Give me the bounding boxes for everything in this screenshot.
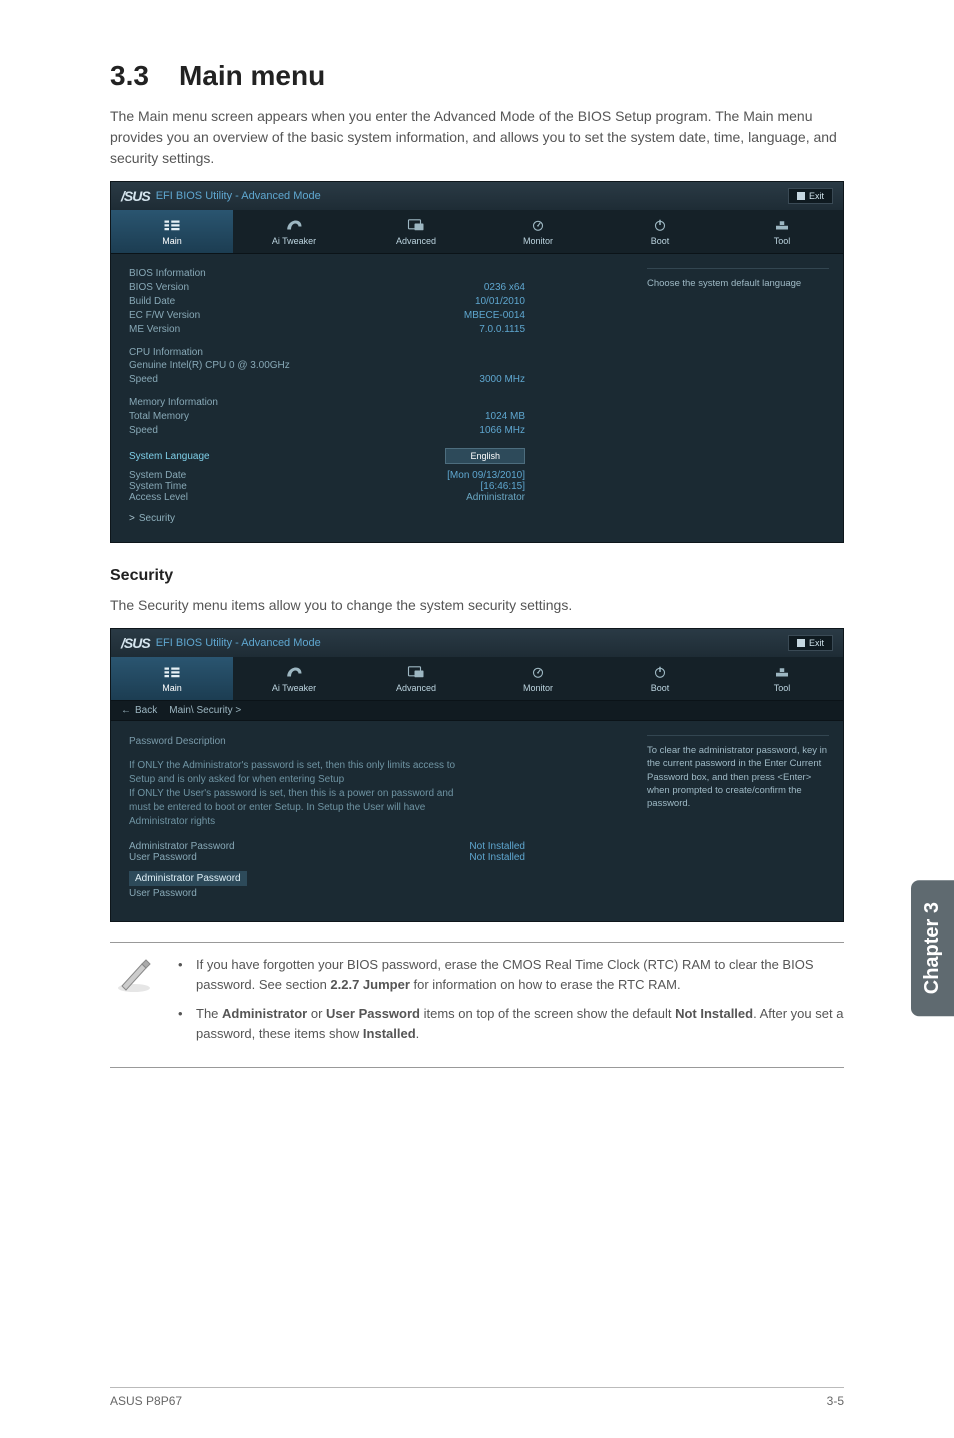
pencil-icon — [110, 955, 158, 995]
arrow-left-icon: ← — [121, 705, 131, 716]
bios-help-pane: Choose the system default language — [633, 254, 843, 542]
tab-main[interactable]: Main — [111, 210, 233, 253]
info-row: Build Date10/01/2010 — [129, 295, 615, 309]
tab-tool-label: Tool — [774, 236, 791, 246]
exit-button[interactable]: Exit — [788, 188, 833, 204]
security-label: Security — [139, 513, 175, 524]
tab-tool[interactable]: Tool — [721, 210, 843, 253]
tab-monitor-label: Monitor — [523, 236, 553, 246]
info-row: BIOS Version0236 x64 — [129, 281, 615, 295]
tab-monitor[interactable]: Monitor — [477, 210, 599, 253]
mem-info-heading: Memory Information — [129, 397, 615, 408]
page-footer: ASUS P8P67 3-5 — [110, 1387, 844, 1408]
security-intro: The Security menu items allow you to cha… — [110, 595, 844, 616]
password-desc-body: If ONLY the Administrator's password is … — [129, 759, 459, 829]
asus-logo: /SUS — [121, 188, 150, 204]
chevron-right-icon: > — [129, 513, 135, 524]
system-date-row[interactable]: System Date[Mon 09/13/2010] — [129, 470, 615, 481]
exit-icon — [797, 639, 805, 647]
asus-logo: /SUS — [121, 635, 150, 651]
footer-left: ASUS P8P67 — [110, 1394, 182, 1408]
tab-ai-label: Ai Tweaker — [272, 236, 316, 246]
tab-boot-label: Boot — [651, 236, 670, 246]
exit-label: Exit — [809, 638, 824, 648]
security-heading: Security — [110, 567, 844, 585]
user-password-item[interactable]: User Password — [129, 888, 615, 899]
tab-boot[interactable]: Boot — [599, 210, 721, 253]
tab-monitor[interactable]: Monitor — [477, 657, 599, 700]
bios-help-pane: To clear the administrator password, key… — [633, 721, 843, 921]
bios-tab-row: Main Ai Tweaker Advanced Monitor Boot To… — [111, 657, 843, 701]
bios-titlebar: /SUS EFI BIOS Utility - Advanced Mode Ex… — [111, 182, 843, 210]
bios-info-heading: BIOS Information — [129, 268, 615, 279]
bios-tab-row: Main Ai Tweaker Advanced Monitor Boot To… — [111, 210, 843, 254]
bios-main-content: BIOS Information BIOS Version0236 x64 Bu… — [111, 254, 633, 542]
info-row: Total Memory1024 MB — [129, 410, 615, 424]
system-language-value: English — [445, 448, 525, 464]
breadcrumb: ← Back Main\ Security > — [111, 701, 843, 721]
bios-security-content: Password Description If ONLY the Adminis… — [111, 721, 633, 921]
section-heading: 3.3 Main menu — [110, 60, 844, 92]
cpu-name: Genuine Intel(R) CPU 0 @ 3.00GHz — [129, 360, 615, 371]
admin-pwd-status: Administrator PasswordNot Installed — [129, 841, 615, 852]
system-time-row[interactable]: System Time[16:46:15] — [129, 481, 615, 492]
user-pwd-status: User PasswordNot Installed — [129, 852, 615, 863]
note-item: The Administrator or User Password items… — [178, 1004, 844, 1043]
tab-tool[interactable]: Tool — [721, 657, 843, 700]
tab-advanced-label: Advanced — [396, 236, 436, 246]
bios-security-window: /SUS EFI BIOS Utility - Advanced Mode Ex… — [110, 628, 844, 922]
tab-ai-tweaker[interactable]: Ai Tweaker — [233, 210, 355, 253]
note-list: If you have forgotten your BIOS password… — [178, 955, 844, 1053]
bios-title: EFI BIOS Utility - Advanced Mode — [156, 637, 321, 649]
tab-ai-tweaker[interactable]: Ai Tweaker — [233, 657, 355, 700]
exit-icon — [797, 192, 805, 200]
bios-titlebar: /SUS EFI BIOS Utility - Advanced Mode Ex… — [111, 629, 843, 657]
admin-password-item[interactable]: Administrator Password — [129, 871, 247, 886]
bios-title: EFI BIOS Utility - Advanced Mode — [156, 190, 321, 202]
exit-button[interactable]: Exit — [788, 635, 833, 651]
section-number: 3.3 — [110, 60, 149, 92]
tab-main-label: Main — [162, 236, 182, 246]
info-row: Speed3000 MHz — [129, 373, 615, 387]
section-title-text: Main menu — [179, 60, 325, 91]
tab-boot[interactable]: Boot — [599, 657, 721, 700]
access-level-row: Access LevelAdministrator — [129, 492, 615, 503]
back-label: Back — [135, 705, 157, 716]
password-desc-heading: Password Description — [129, 735, 615, 749]
note-item: If you have forgotten your BIOS password… — [178, 955, 844, 994]
tab-advanced[interactable]: Advanced — [355, 657, 477, 700]
tab-advanced[interactable]: Advanced — [355, 210, 477, 253]
info-row: ME Version7.0.0.1115 — [129, 323, 615, 337]
system-language-row[interactable]: System Language English — [129, 448, 615, 464]
system-language-label: System Language — [129, 451, 210, 462]
info-row: Speed1066 MHz — [129, 424, 615, 438]
help-text: To clear the administrator password, key… — [647, 744, 829, 810]
info-row: EC F/W VersionMBECE-0014 — [129, 309, 615, 323]
help-text: Choose the system default language — [647, 277, 829, 290]
intro-paragraph: The Main menu screen appears when you en… — [110, 106, 844, 169]
tab-main[interactable]: Main — [111, 657, 233, 700]
back-button[interactable]: ← Back — [121, 705, 157, 716]
note-box: If you have forgotten your BIOS password… — [110, 942, 844, 1068]
chapter-tab: Chapter 3 — [911, 880, 954, 1016]
bios-main-window: /SUS EFI BIOS Utility - Advanced Mode Ex… — [110, 181, 844, 543]
breadcrumb-path: Main\ Security > — [169, 705, 241, 716]
security-submenu[interactable]: > Security — [129, 513, 615, 524]
footer-right: 3-5 — [827, 1394, 844, 1408]
cpu-info-heading: CPU Information — [129, 347, 615, 358]
exit-label: Exit — [809, 191, 824, 201]
